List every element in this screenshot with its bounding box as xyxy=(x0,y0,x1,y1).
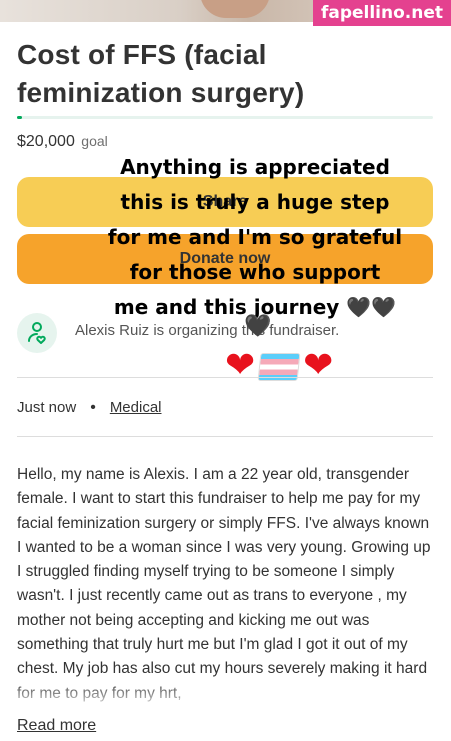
heart-flag-stickers: ❤ ❤ xyxy=(225,346,333,386)
separator-dot: • xyxy=(90,399,96,416)
story-caption-overlay: Anything is appreciated this is truly a … xyxy=(80,150,430,325)
organizer-text: Alexis Ruiz is organizing this fundraise… xyxy=(75,322,340,339)
organizer-avatar xyxy=(17,313,57,353)
story-text: Hello, my name is Alexis. I am a 22 year… xyxy=(17,466,431,702)
caption-line: for me and I'm so grateful xyxy=(107,225,403,249)
caption-line: for those who support xyxy=(129,260,381,284)
meta-row: Just now • Medical xyxy=(17,399,162,417)
watermark: fapellino.net xyxy=(312,0,451,26)
read-more-link[interactable]: Read more xyxy=(17,717,96,735)
fundraiser-title: Cost of FFS (facial feminization surgery… xyxy=(17,39,305,108)
goal-amount: $20,000 xyxy=(17,133,75,150)
story-fade xyxy=(0,680,451,712)
caption-line: Anything is appreciated xyxy=(120,155,390,179)
goal-label: goal xyxy=(81,133,108,149)
progress-fill xyxy=(17,116,22,119)
category-link[interactable]: Medical xyxy=(110,399,162,416)
red-heart-icon: ❤ xyxy=(303,345,334,386)
cover-photo-face xyxy=(200,0,270,18)
black-heart-sticker: 🖤 xyxy=(244,313,272,338)
progress-bar xyxy=(17,116,433,119)
caption-line: this is truly a huge step xyxy=(120,190,390,214)
divider xyxy=(17,436,433,437)
divider xyxy=(17,377,433,378)
created-time: Just now xyxy=(17,399,77,416)
goal-summary: $20,000 goal xyxy=(17,133,108,151)
user-heart-icon xyxy=(28,322,46,344)
red-heart-icon: ❤ xyxy=(225,345,256,386)
